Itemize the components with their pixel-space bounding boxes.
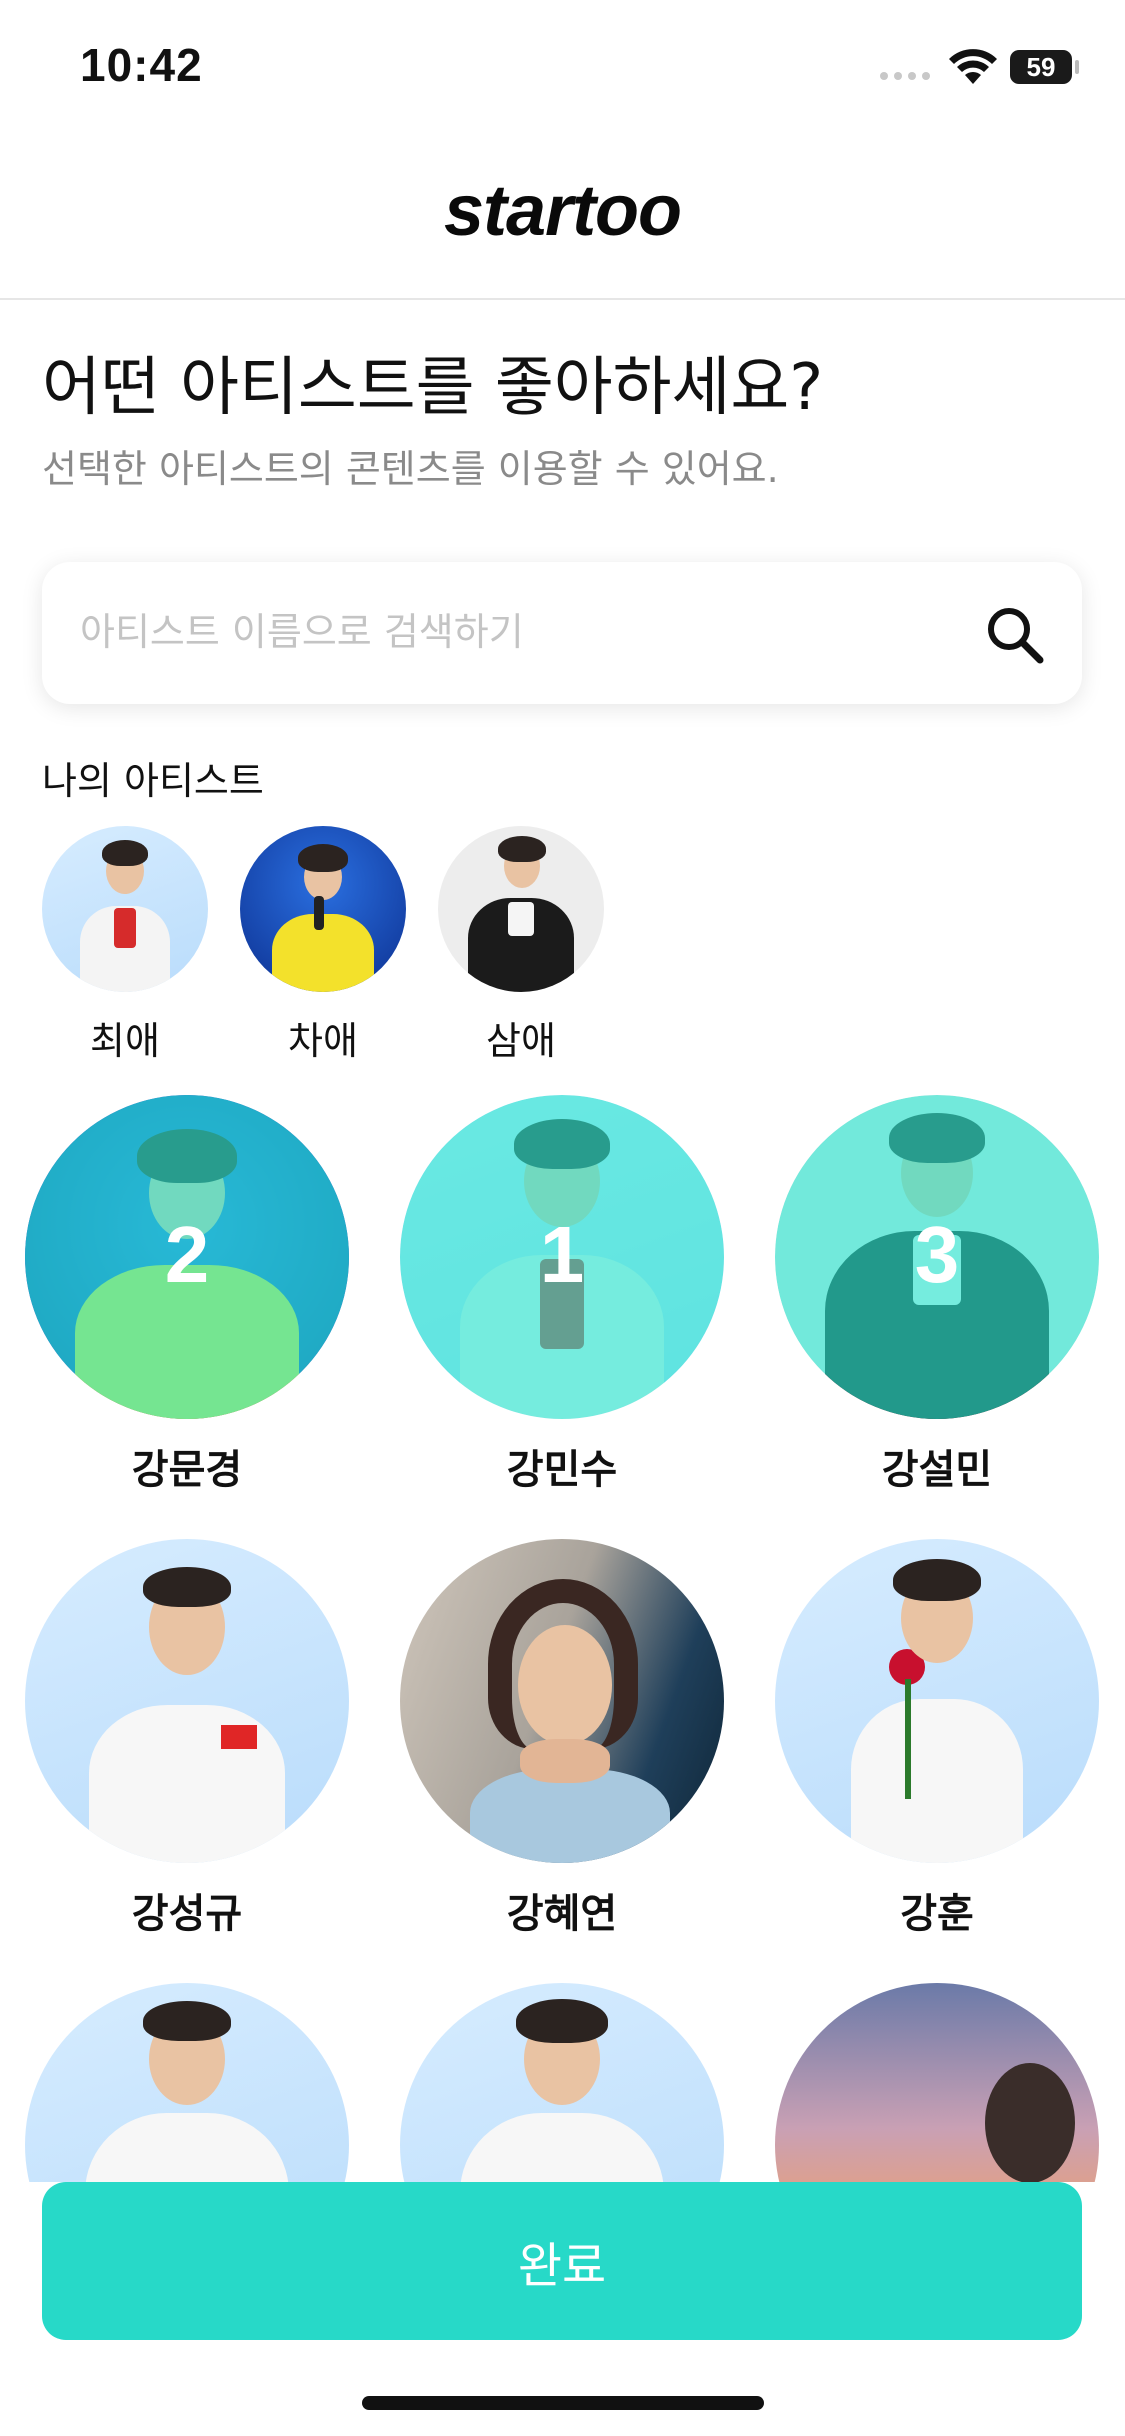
- artist-card[interactable]: 강훈: [775, 1539, 1099, 1939]
- artist-card[interactable]: 강혜연: [400, 1539, 724, 1939]
- artist-card[interactable]: 강성규: [25, 1539, 349, 1939]
- artist-card[interactable]: 1 강민수: [400, 1095, 724, 1495]
- my-artist-name: 삼애: [486, 1019, 556, 1063]
- selection-rank-badge: 1: [539, 1210, 585, 1299]
- battery-cap: [1075, 60, 1079, 74]
- avatar: 3: [775, 1095, 1099, 1419]
- my-artist-name: 차애: [288, 1019, 358, 1063]
- my-artists-label: 나의 아티스트: [42, 759, 264, 803]
- my-artist-item[interactable]: 차애: [240, 826, 406, 1065]
- artist-name: 강성규: [131, 1891, 243, 1937]
- avatar: 2: [25, 1095, 349, 1419]
- avatar: [25, 1539, 349, 1863]
- search-input[interactable]: [78, 596, 962, 668]
- home-indicator: [362, 2396, 764, 2410]
- battery-icon: 59: [1010, 50, 1072, 84]
- page-subtitle: 선택한 아티스트의 콘텐츠를 이용할 수 있어요.: [42, 447, 779, 491]
- avatar: [775, 1539, 1099, 1863]
- status-time: 10:42: [80, 39, 203, 91]
- artist-name: 강민수: [506, 1447, 618, 1493]
- artist-card[interactable]: 3 강설민: [775, 1095, 1099, 1495]
- avatar: [400, 1539, 724, 1863]
- cellular-signal-icon: [880, 72, 930, 80]
- selection-rank-badge: 3: [914, 1210, 960, 1299]
- avatar: 1: [400, 1095, 724, 1419]
- app-logo: startoo: [443, 171, 682, 251]
- avatar: [240, 826, 406, 992]
- artist-name: 강혜연: [506, 1891, 618, 1937]
- my-artist-item[interactable]: 삼애: [438, 826, 604, 1065]
- avatar: [438, 826, 604, 992]
- page-title: 어떤 아티스트를 좋아하세요?: [42, 351, 824, 425]
- done-button[interactable]: 완료: [42, 2182, 1082, 2340]
- artist-name: 강문경: [131, 1447, 243, 1493]
- my-artist-item[interactable]: 최애: [42, 826, 208, 1065]
- artist-card[interactable]: 2 강문경: [25, 1095, 349, 1495]
- artist-name: 강설민: [881, 1447, 993, 1493]
- selection-rank-badge: 2: [164, 1210, 210, 1299]
- status-bar: 10:42 59: [0, 0, 1125, 140]
- app-header: startoo: [0, 140, 1125, 300]
- my-artist-name: 최애: [90, 1019, 160, 1063]
- search-bar[interactable]: [42, 562, 1082, 704]
- wifi-icon: [949, 49, 997, 84]
- avatar: [42, 826, 208, 992]
- search-icon[interactable]: [982, 602, 1046, 666]
- artist-name: 강훈: [900, 1891, 974, 1937]
